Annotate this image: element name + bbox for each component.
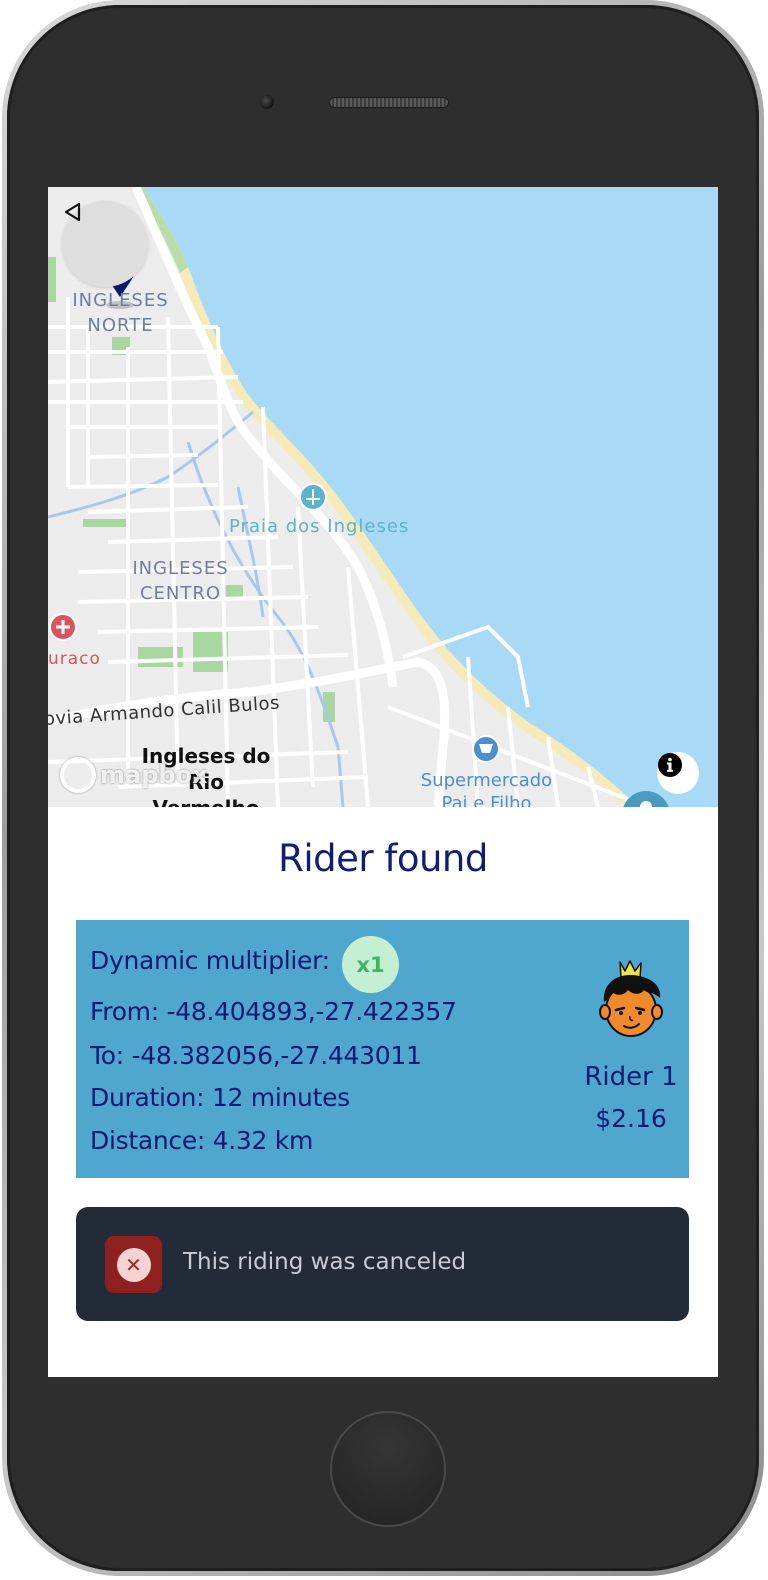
front-camera: [260, 95, 274, 109]
info-icon: [658, 753, 682, 777]
close-circle-icon: ✕: [105, 1236, 162, 1293]
map-info-button[interactable]: [657, 752, 699, 794]
ride-price: $2.16: [595, 1104, 667, 1133]
map-label-district-center: INGLESES CENTRO: [132, 558, 229, 604]
mapbox-logo[interactable]: mapbox: [60, 757, 208, 793]
rider-avatar: [599, 960, 663, 1037]
home-button[interactable]: [330, 1411, 446, 1527]
map-label-district-north: INGLESES NORTE: [72, 290, 169, 336]
earpiece-speaker: [329, 97, 449, 108]
ride-distance: Distance: 4.32 km: [90, 1126, 314, 1155]
back-triangle-icon: [64, 202, 81, 222]
from-coordinates: From: -48.404893,-27.422357: [90, 997, 457, 1026]
to-coordinates: To: -48.382056,-27.443011: [90, 1041, 422, 1070]
mapbox-logo-icon: [60, 757, 96, 793]
mapbox-logo-text: mapbox: [100, 761, 208, 789]
page-title: Rider found: [278, 837, 488, 880]
ride-details-card: Dynamic multiplier: x1 From: -48.404893,…: [76, 920, 689, 1178]
multiplier-badge: x1: [342, 936, 399, 993]
back-button[interactable]: [62, 201, 148, 287]
cancel-toast: ✕ This riding was canceled: [76, 1207, 689, 1321]
map-view[interactable]: INGLESES NORTE Praia dos Ingleses INGLES…: [48, 187, 718, 807]
map-label-beach: Praia dos Ingleses: [229, 516, 410, 537]
rider-name: Rider 1: [584, 1062, 678, 1092]
map-label-partial-place: uraco: [48, 649, 101, 669]
app-screen: INGLESES NORTE Praia dos Ingleses INGLES…: [48, 187, 718, 1377]
toast-message: This riding was canceled: [183, 1249, 467, 1275]
ride-duration: Duration: 12 minutes: [90, 1083, 350, 1112]
multiplier-label: Dynamic multiplier:: [90, 946, 330, 975]
close-x-icon: ✕: [116, 1247, 151, 1282]
map-label-supermarket: Supermercado Pai e Filho: [420, 770, 553, 807]
